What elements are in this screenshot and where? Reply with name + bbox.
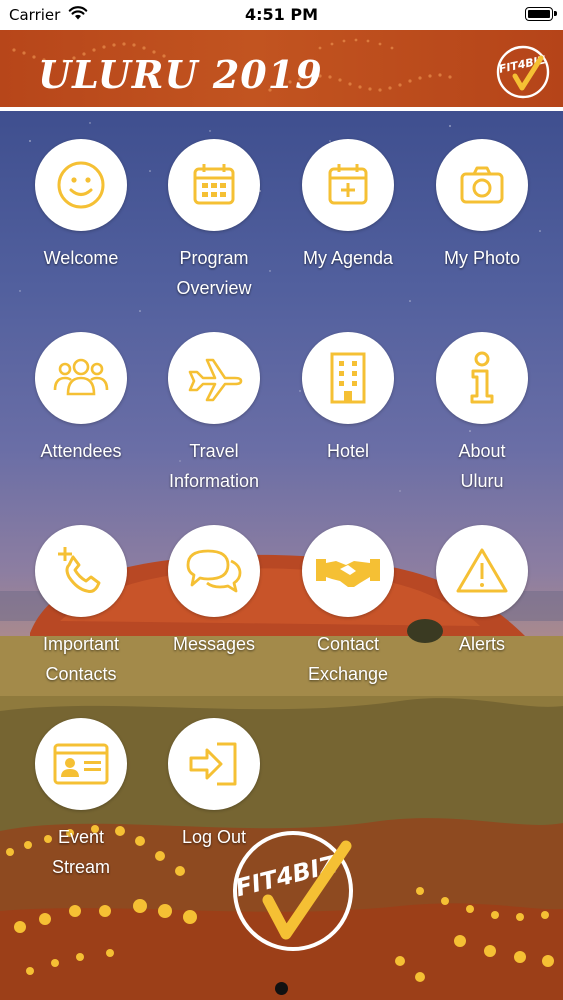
status-bar: Carrier 4:51 PM (0, 0, 563, 30)
people-icon (35, 332, 127, 424)
info-icon (436, 332, 528, 424)
tile-messages[interactable]: Messages (147, 525, 281, 659)
tile-label: My Agenda (302, 248, 394, 268)
tile-label: Messages (172, 634, 256, 654)
calendar-icon (168, 139, 260, 231)
tile-event-stream[interactable]: Event Stream (14, 718, 148, 882)
tile-label: About Uluru (458, 441, 506, 491)
tile-label: Contact Exchange (307, 634, 389, 684)
tile-important-contacts[interactable]: Important Contacts (14, 525, 148, 689)
tile-about-uluru[interactable]: About Uluru (415, 332, 549, 496)
tile-label: Alerts (458, 634, 505, 654)
building-icon (302, 332, 394, 424)
tile-label: Travel Information (168, 441, 260, 491)
warning-icon (436, 525, 528, 617)
tile-label: Attendees (40, 441, 122, 461)
tile-my-agenda[interactable]: My Agenda (281, 139, 415, 273)
tile-label: Event Stream (51, 827, 111, 877)
tile-travel-information[interactable]: Travel Information (147, 332, 281, 496)
tile-label: Welcome (43, 248, 119, 268)
camera-icon (436, 139, 528, 231)
tile-welcome[interactable]: Welcome (14, 139, 148, 273)
chat-icon (168, 525, 260, 617)
id-card-icon (35, 718, 127, 810)
phone-add-icon (35, 525, 127, 617)
battery-icon (525, 7, 557, 21)
app-header: ULURU 2019 FIT4BIZ (0, 30, 563, 111)
logout-icon (168, 718, 260, 810)
calendar-add-icon (302, 139, 394, 231)
tile-label: My Photo (443, 248, 521, 268)
fit4biz-bottom-logo: FIT4BIZ (233, 831, 353, 951)
tile-hotel[interactable]: Hotel (281, 332, 415, 466)
smiley-icon (35, 139, 127, 231)
page-indicator-dot[interactable] (275, 982, 288, 995)
tile-attendees[interactable]: Attendees (14, 332, 148, 466)
tile-my-photo[interactable]: My Photo (415, 139, 549, 273)
tile-alerts[interactable]: Alerts (415, 525, 549, 659)
header-title: ULURU 2019 (38, 52, 323, 97)
handshake-icon (302, 525, 394, 617)
fit4biz-logo: FIT4BIZ (496, 45, 550, 99)
airplane-icon (168, 332, 260, 424)
status-time: 4:51 PM (244, 5, 318, 24)
tile-label: Important Contacts (42, 634, 120, 684)
tile-label: Hotel (326, 441, 370, 461)
tile-contact-exchange[interactable]: Contact Exchange (281, 525, 415, 689)
tile-program-overview[interactable]: Program Overview (147, 139, 281, 303)
tile-label: Program Overview (176, 248, 252, 298)
